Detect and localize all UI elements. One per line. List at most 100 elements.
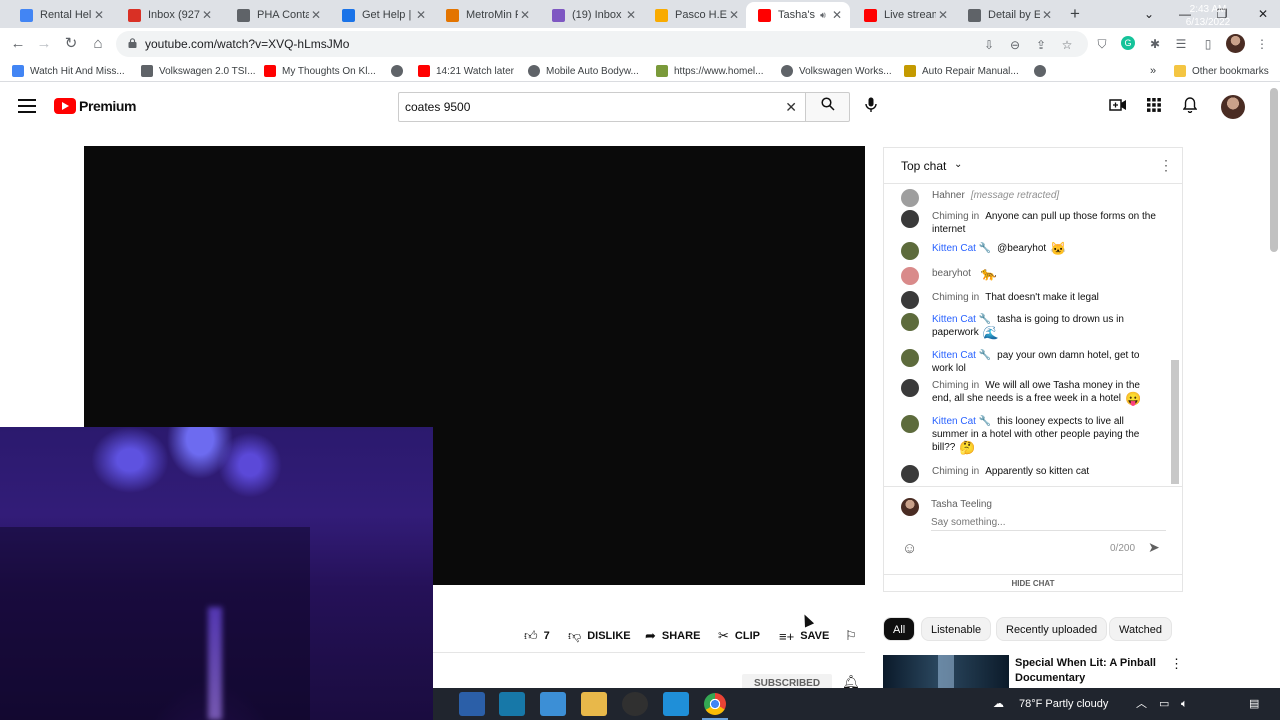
create-video-icon[interactable] [1108, 97, 1128, 117]
browser-tab[interactable]: PHA Conta ✕ [225, 2, 329, 28]
chat-message[interactable]: Chiming in That doesn't make it legal [901, 291, 1156, 309]
account-avatar[interactable] [1221, 95, 1245, 119]
tab-close-icon[interactable]: ✕ [1040, 8, 1054, 22]
tab-close-icon[interactable]: ✕ [309, 8, 323, 22]
chat-scrollbar[interactable] [1171, 360, 1179, 484]
chat-messages[interactable]: Hahner [message retracted] Chiming in Anyon… [884, 184, 1174, 484]
emoji-picker-icon[interactable]: ☺ [902, 540, 917, 557]
forward-button[interactable]: → [34, 34, 54, 54]
new-tab-button[interactable]: + [1066, 4, 1084, 24]
tab-search-icon[interactable]: ⌄ [1138, 3, 1160, 25]
tab-close-icon[interactable]: ✕ [830, 8, 844, 22]
chat-message[interactable]: Chiming in Apparently so kitten cat [901, 465, 1156, 483]
browser-tab[interactable]: Pasco H.E.A✕ [643, 2, 747, 28]
bookmark-item[interactable]: 14:21 Watch later [418, 63, 514, 79]
chat-author-avatar[interactable] [901, 267, 919, 285]
chat-author-name[interactable]: Chiming in [932, 380, 979, 391]
taskbar-clock[interactable]: 2:43 AM 6/13/2022 [1180, 3, 1236, 29]
related-video-menu-icon[interactable]: ⋮ [1170, 656, 1183, 672]
browser-tab[interactable]: Get Help | N✕ [330, 2, 434, 28]
chat-author-avatar[interactable] [901, 415, 919, 433]
tab-close-icon[interactable]: ✕ [92, 8, 106, 22]
tab-close-icon[interactable]: ✕ [936, 8, 950, 22]
page-scrollbar[interactable] [1270, 88, 1278, 252]
visual-studio-icon[interactable] [459, 692, 485, 716]
profile-avatar[interactable] [1226, 34, 1245, 53]
volume-icon[interactable]: 🔈︎ [1181, 688, 1188, 720]
zoom-icon[interactable]: ⊖ [1007, 37, 1023, 53]
more-bookmarks-chevron-icon[interactable]: » [1150, 63, 1156, 79]
install-icon[interactable]: ⇩ [981, 37, 997, 53]
extensions-puzzle-icon[interactable]: ✱ [1147, 36, 1163, 52]
tab-close-icon[interactable]: ✕ [518, 8, 532, 22]
dislike-button[interactable]: 👎︎ DISLIKE [568, 626, 631, 646]
side-panel-icon[interactable]: ▯ [1200, 36, 1216, 52]
share-button[interactable]: ➦ SHARE [645, 626, 700, 646]
notification-center-icon[interactable]: ▤ [1249, 688, 1259, 720]
chat-author-avatar[interactable] [901, 189, 919, 207]
weather-text[interactable]: 78°F Partly cloudy [1019, 688, 1108, 720]
other-bookmarks[interactable]: Other bookmarks [1174, 63, 1269, 79]
chat-author-avatar[interactable] [901, 242, 919, 260]
chat-author-name[interactable]: Kitten Cat 🔧 [932, 416, 991, 427]
media-player-icon[interactable] [663, 692, 689, 716]
obs-studio-icon[interactable] [622, 692, 648, 716]
browser-tab[interactable]: Rental Help ✕ [8, 2, 112, 28]
chat-author-name[interactable]: Kitten Cat 🔧 [932, 350, 991, 361]
tray-chevron-icon[interactable]: ︿ [1136, 688, 1147, 720]
weather-cloud-icon[interactable]: ☁ [993, 688, 1004, 720]
chat-message[interactable]: Kitten Cat 🔧 tasha is going to drown us i… [901, 313, 1156, 339]
chat-menu-icon[interactable]: ⋮ [1159, 157, 1173, 174]
bookmark-item[interactable]: Mobile Auto Bodyw... [528, 63, 639, 79]
chat-author-avatar[interactable] [901, 313, 919, 331]
chat-message[interactable]: Kitten Cat 🔧 pay your own damn hotel, get… [901, 349, 1156, 375]
chat-author-avatar[interactable] [901, 465, 919, 483]
tab-close-icon[interactable]: ✕ [727, 8, 741, 22]
youtube-premium-logo[interactable]: Premium [54, 98, 137, 114]
chat-author-avatar[interactable] [901, 379, 919, 397]
chat-message[interactable]: Chiming in We will all owe Tasha money in… [901, 379, 1156, 405]
clear-search-icon[interactable]: ✕ [785, 99, 797, 116]
bookmark-item[interactable]: Auto Repair Manual... [904, 63, 1019, 79]
chrome-taskbar-icon[interactable] [704, 693, 726, 715]
chat-author-name[interactable]: Chiming in [932, 466, 979, 477]
related-video-title[interactable]: Special When Lit: A Pinball Documentary [1015, 656, 1165, 686]
browser-tab[interactable]: MetroMin P ✕ [434, 2, 538, 28]
chat-author-avatar[interactable] [901, 210, 919, 228]
chat-message[interactable]: Kitten Cat 🔧 this looney expects to live … [901, 415, 1156, 454]
book-app-icon[interactable] [499, 692, 525, 716]
filter-chip[interactable]: All [883, 617, 916, 641]
tab-close-icon[interactable]: ✕ [200, 8, 214, 22]
audio-playing-icon[interactable]: 🔊︎ [816, 10, 830, 21]
search-button[interactable] [805, 92, 850, 122]
home-button[interactable]: ⌂ [88, 34, 108, 54]
chat-author-name[interactable]: Kitten Cat 🔧 [932, 314, 991, 325]
bookmark-item[interactable] [1034, 63, 1052, 79]
like-button[interactable]: 👍︎ 7 [524, 626, 550, 646]
apps-grid-icon[interactable] [1144, 97, 1164, 117]
grammarly-icon[interactable]: G [1121, 36, 1135, 50]
bookmark-item[interactable] [391, 63, 409, 79]
bookmark-item[interactable]: Volkswagen 2.0 TSI... [141, 63, 256, 79]
chat-author-name[interactable]: Kitten Cat 🔧 [932, 243, 991, 254]
chat-message-input[interactable] [931, 515, 1166, 531]
bookmark-item[interactable]: https://www.homel... [656, 63, 763, 79]
bookmark-item[interactable]: Volkswagen Works... [781, 63, 892, 79]
chat-message[interactable]: Hahner [message retracted] [901, 189, 1156, 207]
address-bar[interactable]: youtube.com/watch?v=XVQ-hLmsJMo ⇩ ⊖ ⇪ ☆ [116, 31, 1088, 57]
filter-chip[interactable]: Watched [1109, 617, 1173, 641]
reading-list-icon[interactable]: ☰ [1173, 36, 1189, 52]
chat-message[interactable]: Kitten Cat 🔧 @bearyhot 🐱 [901, 242, 1156, 260]
back-button[interactable]: ← [8, 34, 28, 54]
browser-tab[interactable]: (19) Inbox ✕ [540, 2, 644, 28]
menu-icon[interactable] [18, 99, 36, 113]
bookmark-item[interactable]: Watch Hit And Miss... [12, 63, 125, 79]
bookmark-item[interactable]: My Thoughts On Kl... [264, 63, 376, 79]
browser-tab[interactable]: Detail by Et ✕ [956, 2, 1060, 28]
chat-author-name[interactable]: Chiming in [932, 292, 979, 303]
network-icon[interactable]: ▭ [1159, 688, 1169, 720]
filter-chip[interactable]: Listenable [921, 617, 992, 641]
chevron-down-icon[interactable]: ⌄ [954, 159, 962, 170]
shield-extension-icon[interactable]: ⛉ [1094, 36, 1110, 52]
report-button[interactable]: ⚐ [845, 626, 863, 646]
